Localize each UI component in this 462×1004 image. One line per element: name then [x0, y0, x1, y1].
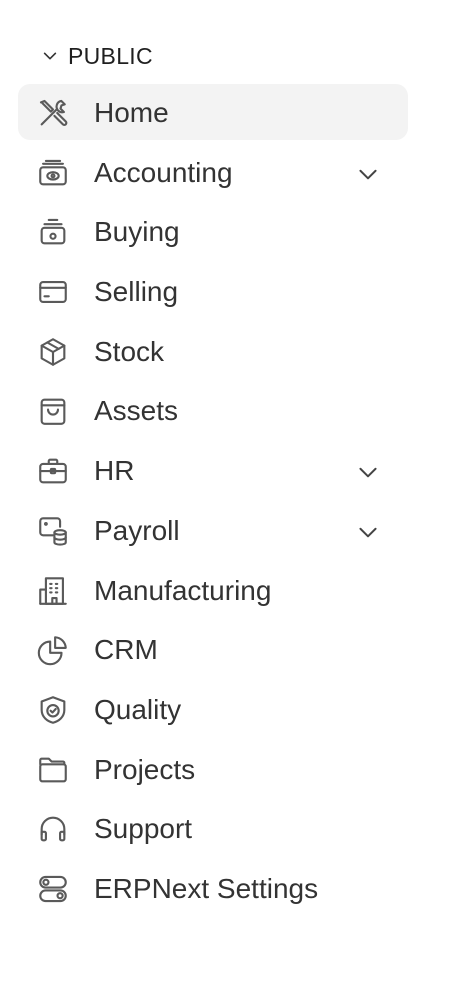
sidebar-item-label: Projects	[94, 753, 196, 785]
headset-icon	[36, 812, 70, 846]
sidebar-item-label: Selling	[94, 276, 179, 308]
money-icon	[36, 156, 70, 190]
sidebar-item-label: Assets	[94, 395, 179, 427]
sidebar-item-payroll[interactable]: Payroll	[18, 502, 408, 558]
sidebar-item-home[interactable]: Home	[18, 84, 408, 140]
sidebar-item-label: Stock	[94, 335, 165, 367]
building-icon	[36, 574, 70, 608]
sidebar-item-label: Accounting	[94, 156, 233, 188]
section-header-public[interactable]: PUBLIC	[40, 40, 153, 72]
sidebar-item-buying[interactable]: Buying	[18, 203, 408, 259]
bag-icon	[36, 394, 70, 428]
sidebar-item-label: CRM	[94, 634, 158, 666]
sidebar-item-projects[interactable]: Projects	[18, 741, 408, 797]
payroll-icon	[36, 514, 70, 548]
chevron-down-icon[interactable]	[354, 160, 382, 188]
sidebar-item-hr[interactable]: HR	[18, 442, 408, 498]
sidebar-item-label: HR	[94, 455, 135, 487]
sidebar-item-support[interactable]: Support	[18, 800, 408, 856]
sidebar-item-assets[interactable]: Assets	[18, 382, 408, 438]
tools-icon	[36, 96, 70, 130]
sidebar-item-selling[interactable]: Selling	[18, 263, 408, 319]
sidebar-item-label: Quality	[94, 693, 182, 725]
toggles-icon	[36, 872, 70, 906]
chevron-down-icon[interactable]	[354, 518, 382, 546]
sidebar-item-accounting[interactable]: Accounting	[18, 144, 408, 200]
sidebar-item-quality[interactable]: Quality	[18, 681, 408, 737]
folder-icon	[36, 753, 70, 787]
register-icon	[36, 215, 70, 249]
pie-chart-icon	[36, 633, 70, 667]
sidebar-item-label: Buying	[94, 216, 180, 248]
sidebar-item-stock[interactable]: Stock	[18, 323, 408, 379]
sidebar-item-label: Support	[94, 813, 193, 845]
chevron-down-icon	[40, 46, 60, 66]
box-icon	[36, 335, 70, 369]
sidebar-item-crm[interactable]: CRM	[18, 621, 408, 677]
sidebar-item-manufacturing[interactable]: Manufacturing	[18, 562, 408, 618]
shield-check-icon	[36, 693, 70, 727]
sidebar-item-label: Payroll	[94, 514, 180, 546]
sidebar-item-label: Home	[94, 97, 169, 128]
sidebar-item-erpnext-settings[interactable]: ERPNext Settings	[18, 860, 408, 916]
sidebar-item-label: Manufacturing	[94, 574, 272, 606]
sidebar-nav: Home Accounting Buying Selling Stock Ass…	[18, 84, 408, 920]
section-title: PUBLIC	[68, 42, 153, 69]
briefcase-icon	[36, 454, 70, 488]
card-icon	[36, 275, 70, 309]
chevron-down-icon[interactable]	[354, 458, 382, 486]
sidebar-item-label: ERPNext Settings	[94, 872, 319, 904]
